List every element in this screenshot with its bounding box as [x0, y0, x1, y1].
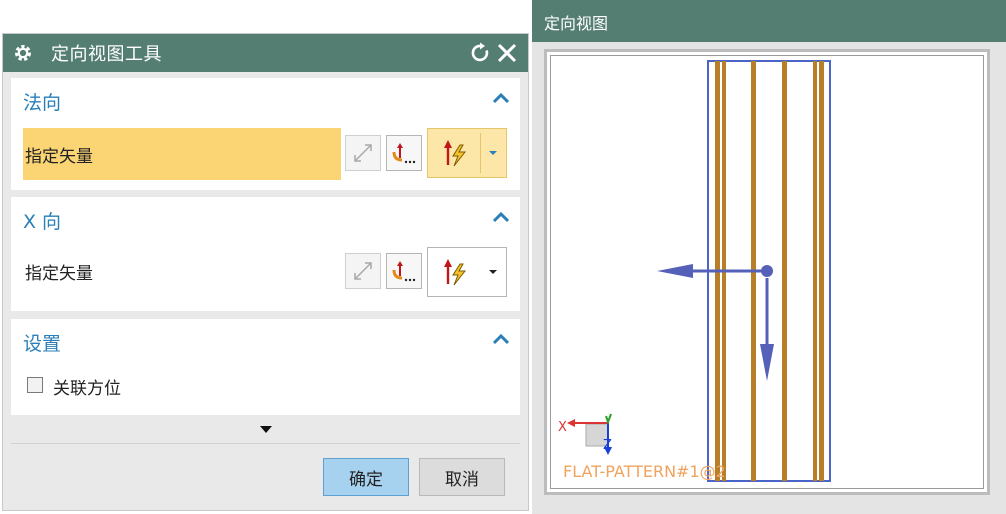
dialog-title: 定向视图工具	[51, 44, 162, 65]
inferred-vector-icon	[428, 248, 480, 296]
section-x-header[interactable]: X 向	[23, 207, 61, 234]
flat-pattern-label: FLAT-PATTERN#1@2	[563, 462, 726, 481]
specify-vector-label: 指定矢量	[25, 147, 93, 167]
reverse-direction-icon	[354, 144, 372, 162]
chevron-up-icon[interactable]	[492, 211, 510, 223]
cancel-button[interactable]: 取消	[419, 458, 505, 496]
specify-vector-label: 指定矢量	[25, 264, 93, 284]
vector-dialog-icon	[392, 143, 416, 164]
associative-orientation-checkbox[interactable]	[27, 377, 43, 393]
dropdown-arrow-icon[interactable]	[488, 268, 498, 276]
section-normal: 法向 指定矢量	[11, 78, 520, 190]
caret-down-icon	[260, 426, 272, 433]
section-settings-header[interactable]: 设置	[23, 329, 61, 356]
dialog-titlebar: 定向视图工具	[3, 34, 528, 72]
reverse-direction-button[interactable]	[345, 253, 381, 289]
inferred-vector-icon	[428, 129, 480, 177]
close-icon[interactable]	[496, 42, 518, 64]
footer-divider	[11, 443, 520, 444]
inferred-vector-dropdown[interactable]	[427, 128, 507, 178]
graphics-canvas[interactable]: X Z FLAT-PATTERN#1@2	[550, 55, 984, 489]
section-settings: 设置 关联方位	[11, 319, 520, 415]
chevron-up-icon[interactable]	[492, 333, 510, 345]
reverse-direction-icon	[354, 262, 372, 280]
view-title: 定向视图	[532, 0, 1006, 42]
reverse-direction-button[interactable]	[345, 135, 381, 171]
section-normal-header[interactable]: 法向	[23, 88, 61, 115]
reset-icon[interactable]	[470, 42, 492, 64]
more-options-toggle[interactable]	[11, 417, 520, 441]
orient-view-window: 定向视图 X Z FLAT-PATTERN#1@2	[532, 0, 1006, 514]
dropdown-arrow-icon[interactable]	[488, 149, 498, 157]
split-separator	[480, 133, 481, 173]
triad-x-label: X	[558, 420, 567, 435]
gear-icon[interactable]	[13, 43, 33, 63]
model-view	[567, 60, 831, 482]
orient-view-tool-dialog: 定向视图工具 法向 指定矢量 X 向 指定矢量 设置 关联方位 确定 取消	[2, 33, 529, 511]
vector-dialog-icon	[392, 261, 416, 282]
associative-orientation-label: 关联方位	[53, 379, 121, 399]
triad-z-label: Z	[603, 438, 612, 453]
specify-vector-field[interactable]: 指定矢量	[23, 128, 341, 180]
vector-dialog-button[interactable]	[386, 253, 422, 289]
ok-button[interactable]: 确定	[323, 458, 409, 496]
section-x-direction: X 向 指定矢量	[11, 197, 520, 311]
chevron-up-icon[interactable]	[492, 92, 510, 104]
graphics-canvas-frame: X Z FLAT-PATTERN#1@2	[544, 49, 990, 495]
vector-dialog-button[interactable]	[386, 135, 422, 171]
inferred-vector-dropdown[interactable]	[427, 247, 507, 297]
